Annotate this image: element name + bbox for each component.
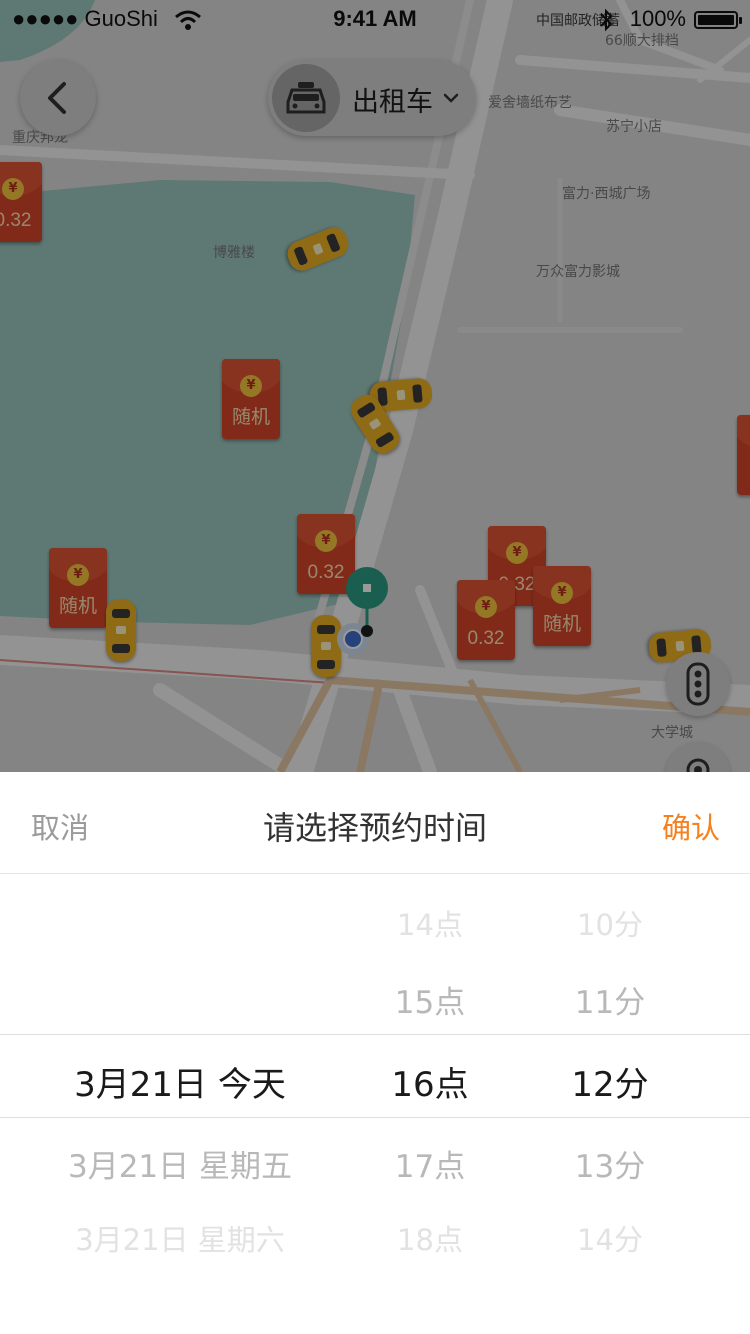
confirm-button[interactable]: 确认: [662, 805, 720, 847]
modal-backdrop[interactable]: [0, 0, 750, 772]
hour-option[interactable]: 18点: [360, 1217, 500, 1259]
selection-divider: [0, 1034, 750, 1035]
selection-divider: [0, 1117, 750, 1118]
hour-option[interactable]: 15点: [360, 977, 500, 1022]
hour-option[interactable]: 17点: [360, 1141, 500, 1186]
date-option[interactable]: 3月21日 星期五: [0, 1141, 360, 1186]
minute-option[interactable]: 14分: [540, 1217, 680, 1259]
hour-option[interactable]: 14点: [360, 902, 500, 944]
time-picker-sheet: 取消 请选择预约时间 确认 3月21日 今天 3月21日 星期五 3月21日 星…: [0, 772, 750, 1334]
date-option[interactable]: 3月21日 星期六: [0, 1217, 360, 1259]
hour-option-selected[interactable]: 16点: [360, 1057, 500, 1106]
minute-option-selected[interactable]: 12分: [540, 1057, 680, 1106]
minute-option[interactable]: 13分: [540, 1141, 680, 1186]
picker-title: 请选择预约时间: [262, 809, 487, 847]
picker-header: 取消 请选择预约时间 确认: [0, 772, 750, 874]
minute-option[interactable]: 10分: [540, 902, 680, 944]
date-option-selected[interactable]: 3月21日 今天: [0, 1057, 360, 1106]
minute-option[interactable]: 11分: [540, 977, 680, 1022]
